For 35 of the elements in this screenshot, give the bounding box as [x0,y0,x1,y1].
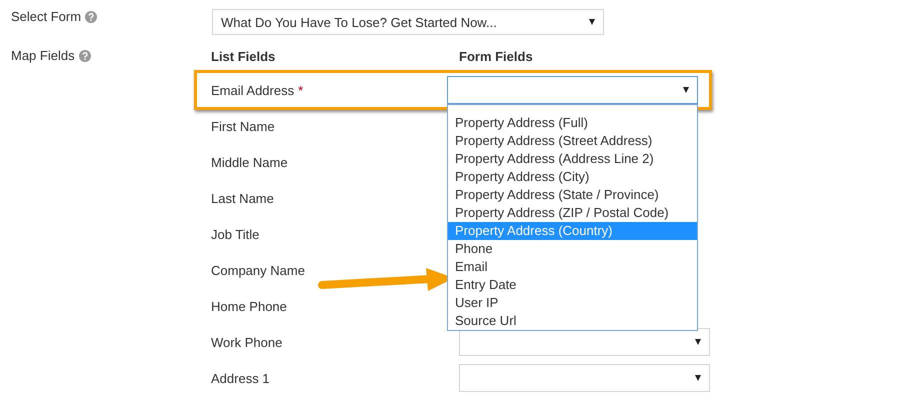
dropdown-option[interactable]: Property Address (Address Line 2) [448,150,697,168]
list-field-name: Address 1 [211,370,270,386]
field-label: Select Form [11,9,82,25]
help-icon[interactable] [85,11,98,23]
help-icon[interactable] [78,50,91,62]
list-field-name: Middle Name [211,154,288,170]
list-field-name: Last Name [211,190,274,206]
column-header: List Fields [211,48,276,64]
caret-icon [695,339,701,345]
dropdown-option[interactable]: Phone [448,240,697,258]
caret-icon [695,375,701,381]
dropdown-option[interactable]: Property Address (City) [448,168,697,186]
list-field-name: Email Address [211,82,294,98]
dropdown-option[interactable]: Property Address (ZIP / Postal Code) [448,204,697,222]
dropdown-option[interactable]: Email [448,258,697,276]
dropdown-option[interactable]: Property Address (Full) [448,114,697,132]
form-field-select[interactable] [459,364,710,392]
dropdown-option[interactable]: Property Address (Street Address) [448,132,697,150]
dropdown-option[interactable]: Property Address (State / Province) [448,186,697,204]
form-field-select[interactable] [447,76,698,104]
caret-icon [683,87,689,93]
list-field-name: Home Phone [211,298,287,314]
list-field-name: Job Title [211,226,260,242]
dropdown-option[interactable]: Source Url [448,312,697,330]
required-mark: * [298,82,304,98]
list-field-name: First Name [211,118,275,134]
dropdown-option[interactable]: Entry Date [448,276,697,294]
column-header: Form Fields [459,48,534,64]
form-select[interactable]: What Do You Have To Lose? Get Started Now... [212,9,604,35]
field-label: Map Fields [11,48,75,64]
list-field-name: Company Name [211,262,305,278]
caret-icon [589,19,595,25]
form-field-select[interactable] [459,328,710,356]
dropdown-option[interactable]: User IP [448,294,697,312]
list-field-name: Work Phone [211,334,282,350]
